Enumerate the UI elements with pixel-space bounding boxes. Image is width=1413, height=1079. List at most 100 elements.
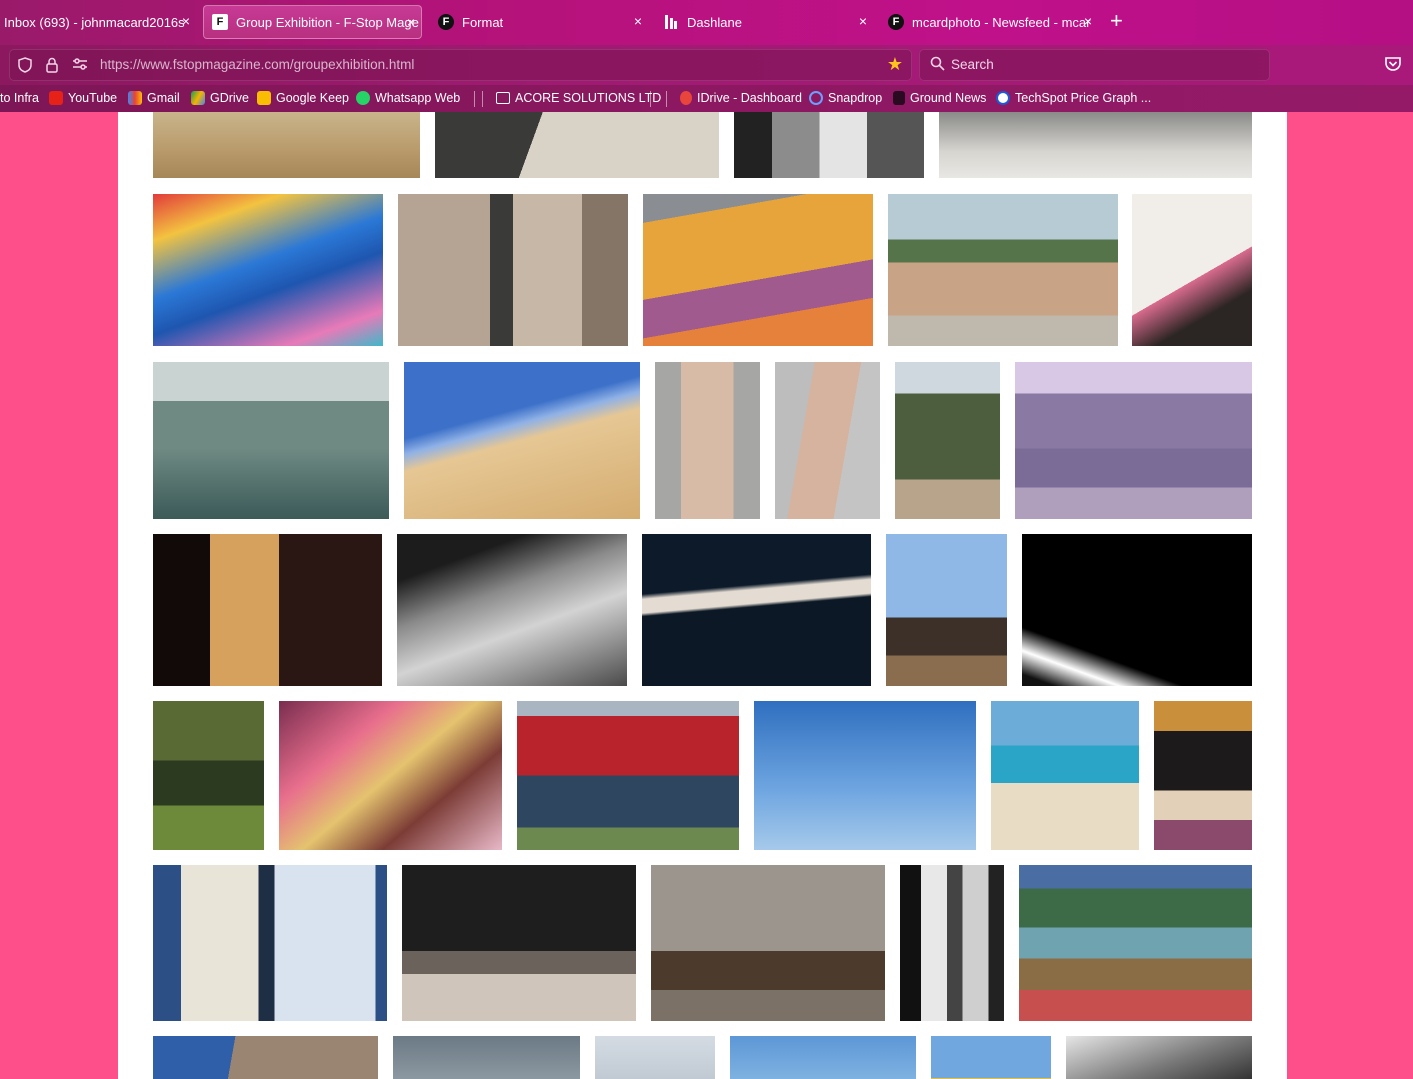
bookmark-gmail[interactable]: Gmail xyxy=(128,91,180,105)
close-tab-icon[interactable]: × xyxy=(1084,13,1092,29)
keep-icon xyxy=(257,91,271,105)
close-tab-icon[interactable]: × xyxy=(407,14,415,30)
gallery-photo[interactable] xyxy=(279,701,502,850)
shield-icon[interactable] xyxy=(18,57,32,76)
gallery-photo[interactable] xyxy=(153,701,264,850)
gallery-photo[interactable] xyxy=(1022,534,1252,686)
gmail-icon xyxy=(128,91,142,105)
tab-title: Dashlane xyxy=(687,14,742,30)
bookmark-label: TechSpot Price Graph ... xyxy=(1015,91,1152,105)
gallery-photo[interactable] xyxy=(153,534,382,686)
gallery-photo[interactable] xyxy=(734,112,924,178)
gallery-photo[interactable] xyxy=(939,112,1252,178)
bookmark-separator xyxy=(474,91,475,107)
gallery-photo[interactable] xyxy=(754,701,976,850)
pocket-icon[interactable] xyxy=(1384,55,1402,73)
new-tab-button[interactable]: + xyxy=(1110,10,1123,32)
close-tab-icon[interactable]: × xyxy=(182,13,190,29)
gallery-photo[interactable] xyxy=(1015,362,1252,519)
tab-inbox[interactable]: Inbox (693) - johnmacard2016s × xyxy=(0,5,196,39)
bookmark-separator xyxy=(482,91,483,107)
bookmark-label: IDrive - Dashboard xyxy=(697,91,802,105)
gallery-photo[interactable] xyxy=(931,1036,1051,1079)
gallery-photo[interactable] xyxy=(643,194,873,346)
gallery-photo[interactable] xyxy=(435,112,719,178)
gallery-photo[interactable] xyxy=(404,362,640,519)
gallery-photo[interactable] xyxy=(517,701,739,850)
gallery-photo[interactable] xyxy=(402,865,636,1021)
gallery-photo[interactable] xyxy=(1132,194,1252,346)
tab-title: mcardphoto - Newsfeed - mcar xyxy=(912,14,1091,30)
idrive-icon xyxy=(680,91,692,105)
navigation-bar: https://www.fstopmagazine.com/groupexhib… xyxy=(0,45,1413,85)
bookmark-label: Gmail xyxy=(147,91,180,105)
close-tab-icon[interactable]: × xyxy=(634,13,642,29)
search-input[interactable]: Search xyxy=(919,49,1270,81)
bookmark-star-icon[interactable]: ★ xyxy=(887,54,903,75)
bookmark-whatsapp[interactable]: Whatsapp Web xyxy=(356,91,460,105)
tab-mcardphoto[interactable]: F mcardphoto - Newsfeed - mcar × xyxy=(880,5,1098,39)
gallery-photo[interactable] xyxy=(153,362,389,519)
gallery-photo[interactable] xyxy=(397,534,627,686)
bookmark-techspot[interactable]: TechSpot Price Graph ... xyxy=(996,91,1151,105)
gallery-photo[interactable] xyxy=(991,701,1139,850)
whatsapp-icon xyxy=(356,91,370,105)
bookmark-ground-news[interactable]: Ground News xyxy=(893,91,986,105)
bookmark-separator xyxy=(650,91,651,107)
bookmark-label: YouTube xyxy=(68,91,118,105)
gdrive-icon xyxy=(191,91,205,105)
gallery-photo[interactable] xyxy=(153,1036,378,1079)
tab-title: Inbox (693) - johnmacard2016s xyxy=(4,14,185,30)
gallery-photo[interactable] xyxy=(393,1036,580,1079)
bookmark-gdrive[interactable]: GDrive xyxy=(191,91,249,105)
tab-format[interactable]: F Format × xyxy=(430,5,648,39)
gallery-photo[interactable] xyxy=(398,194,628,346)
dashlane-icon xyxy=(663,14,679,30)
tab-strip: Inbox (693) - johnmacard2016s × F Group … xyxy=(0,0,1413,45)
bookmark-snapdrop[interactable]: Snapdrop xyxy=(809,91,882,105)
groundnews-icon xyxy=(893,91,905,105)
bookmark-infra[interactable]: to Infra xyxy=(0,91,39,105)
gallery-photo[interactable] xyxy=(1019,865,1252,1021)
bookmark-separator xyxy=(666,91,667,107)
gallery-photo[interactable] xyxy=(730,1036,916,1079)
bookmark-label: to Infra xyxy=(0,91,39,105)
gallery-photo[interactable] xyxy=(900,865,1004,1021)
bookmark-label: Ground News xyxy=(910,91,987,105)
bookmark-label: GDrive xyxy=(210,91,249,105)
page-content xyxy=(118,112,1287,1079)
tab-group-exhibition[interactable]: F Group Exhibition - F-Stop Mage × xyxy=(203,5,422,39)
gallery-photo[interactable] xyxy=(642,534,871,686)
tab-dashlane[interactable]: Dashlane × xyxy=(655,5,873,39)
bookmarks-bar: to Infra YouTube Gmail GDrive Google Kee… xyxy=(0,85,1413,112)
close-tab-icon[interactable]: × xyxy=(859,13,867,29)
youtube-icon xyxy=(49,91,63,105)
gallery-photo[interactable] xyxy=(895,362,1000,519)
gallery-photo[interactable] xyxy=(1066,1036,1252,1079)
format-icon: F xyxy=(438,14,454,30)
gallery-photo[interactable] xyxy=(595,1036,715,1079)
gallery-photo[interactable] xyxy=(886,534,1007,686)
gallery-photo[interactable] xyxy=(153,865,387,1021)
gallery-photo[interactable] xyxy=(775,362,880,519)
gallery-photo[interactable] xyxy=(153,194,383,346)
snapdrop-icon xyxy=(809,91,823,105)
permissions-icon[interactable] xyxy=(72,57,88,74)
gallery-photo[interactable] xyxy=(651,865,885,1021)
address-bar[interactable]: https://www.fstopmagazine.com/groupexhib… xyxy=(9,49,912,81)
bookmark-label: Google Keep xyxy=(276,91,349,105)
gallery-photo[interactable] xyxy=(153,112,420,178)
bookmark-google-keep[interactable]: Google Keep xyxy=(257,91,349,105)
bookmark-youtube[interactable]: YouTube xyxy=(49,91,117,105)
bookmark-idrive[interactable]: IDrive - Dashboard xyxy=(680,91,802,105)
bookmark-acore-folder[interactable]: ACORE SOLUTIONS LTD xyxy=(496,91,661,105)
gallery-photo[interactable] xyxy=(655,362,760,519)
techspot-icon xyxy=(996,91,1010,105)
url-text[interactable]: https://www.fstopmagazine.com/groupexhib… xyxy=(100,57,414,72)
gallery-photo[interactable] xyxy=(888,194,1118,346)
lock-icon[interactable] xyxy=(46,57,58,76)
fstop-icon: F xyxy=(212,14,228,30)
folder-icon xyxy=(496,92,510,104)
gallery-photo[interactable] xyxy=(1154,701,1252,850)
bookmark-label: ACORE SOLUTIONS LTD xyxy=(515,91,662,105)
